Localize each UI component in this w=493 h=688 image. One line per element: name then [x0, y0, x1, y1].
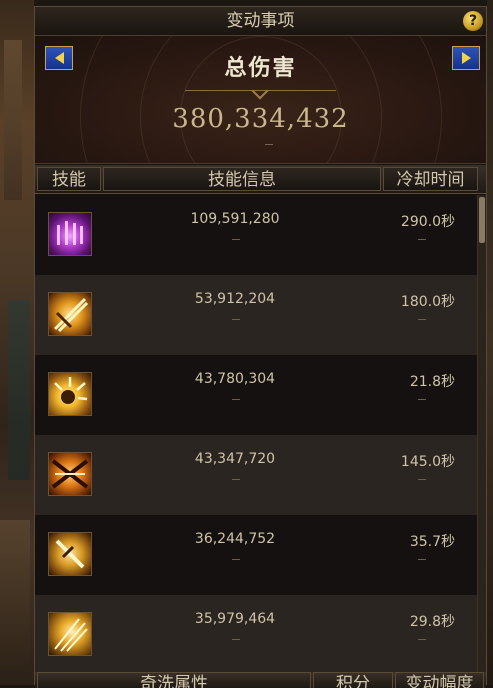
skill-cooldown: 145.0秒: [400, 454, 455, 470]
table-row[interactable]: 36,244,752 35.7秒: [35, 515, 478, 595]
cooldown-sub-dash: [418, 479, 426, 480]
cooldown-sub-dash: [418, 399, 426, 400]
list-scrollbar[interactable]: [477, 195, 486, 686]
skill-cooldown: 180.0秒: [400, 294, 455, 310]
panel-title: 变动事项: [35, 7, 486, 36]
scrollbar-thumb[interactable]: [479, 197, 485, 243]
header-skill-info[interactable]: 技能信息: [103, 167, 381, 191]
tab-change-range[interactable]: 变动幅度: [395, 672, 484, 688]
skill-list: 坚固的金刚石原石 寻找被遗忘的真相 沉睡之森的梦境裂 109,591,280 2…: [35, 195, 478, 686]
bottom-tabs: 奇洗属性 积分 变动幅度: [35, 672, 486, 688]
skill-icon-purple-figures: [48, 212, 92, 256]
damage-sub-dash: [232, 559, 240, 560]
damage-sub-dash: [232, 319, 240, 320]
table-row[interactable]: 109,591,280 290.0秒: [35, 195, 478, 275]
damage-sub-dash: [232, 399, 240, 400]
damage-sub-dash: [232, 479, 240, 480]
damage-sub-dash: [232, 639, 240, 640]
skill-icon-crossed-blades: [48, 452, 92, 496]
damage-sub-dash: [232, 239, 240, 240]
skill-icon-golden-slash: [48, 292, 92, 336]
skill-icon-golden-streaks: [48, 612, 92, 656]
cooldown-sub-dash: [418, 559, 426, 560]
table-row[interactable]: 43,347,720 145.0秒: [35, 435, 478, 515]
table-header: 技能 技能信息 冷却时间: [35, 165, 486, 194]
skill-cooldown: 35.7秒: [409, 534, 455, 550]
cooldown-sub-dash: [418, 639, 426, 640]
header-cooldown[interactable]: 冷却时间: [383, 167, 478, 191]
tab-points[interactable]: 积分: [313, 672, 393, 688]
cooldown-sub-dash: [418, 319, 426, 320]
skill-icon-golden-burst: [48, 372, 92, 416]
summary-dash: [265, 144, 273, 145]
total-damage-summary: 总伤害 380,334,432: [35, 36, 486, 164]
game-scene-left: [0, 0, 34, 685]
skill-cooldown: 29.8秒: [409, 614, 455, 630]
table-row[interactable]: 43,780,304 21.8秒: [35, 355, 478, 435]
total-damage-value: 380,334,432: [172, 104, 349, 134]
skill-damage: 43,347,720: [194, 451, 276, 467]
skill-cooldown: 21.8秒: [409, 374, 455, 390]
table-row[interactable]: 53,912,204 180.0秒: [35, 275, 478, 355]
skill-damage: 109,591,280: [190, 211, 280, 227]
cooldown-sub-dash: [418, 239, 426, 240]
header-skill[interactable]: 技能: [37, 167, 101, 191]
skill-damage: 35,979,464: [194, 611, 276, 627]
table-row[interactable]: 35,979,464 29.8秒: [35, 595, 478, 675]
damage-stats-panel: 变动事项 ? 总伤害 380,334,432 技能 技能信息 冷却时间 坚固的金…: [34, 6, 487, 688]
skill-damage: 43,780,304: [194, 371, 276, 387]
skill-cooldown: 290.0秒: [400, 214, 455, 230]
skill-icon-golden-sword: [48, 532, 92, 576]
question-icon[interactable]: ?: [463, 11, 483, 31]
skill-damage: 36,244,752: [194, 531, 276, 547]
skill-damage: 53,912,204: [194, 291, 276, 307]
game-scene-right: [487, 0, 493, 685]
total-damage-label: 总伤害: [224, 56, 297, 81]
tab-attributes[interactable]: 奇洗属性: [37, 672, 311, 688]
